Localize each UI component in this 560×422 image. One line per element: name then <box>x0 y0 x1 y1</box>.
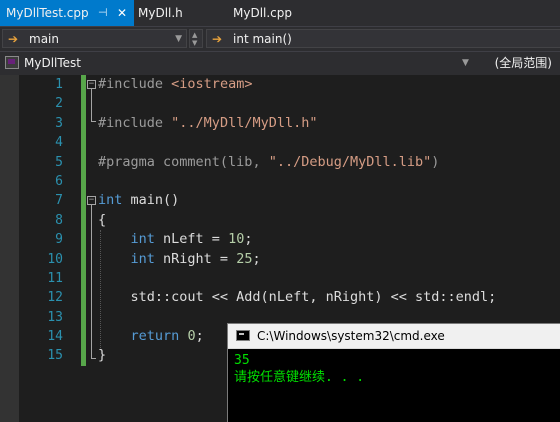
chevron-down-icon: ▼ <box>175 34 182 44</box>
tab-mydll-cpp[interactable]: MyDll.cpp <box>233 0 292 26</box>
code-line: { <box>98 211 107 228</box>
member-dropdown[interactable]: ➔ int main() <box>206 29 560 48</box>
project-dropdown[interactable]: MyDllTest <box>24 52 81 74</box>
document-tab-bar: MyDllTest.cpp ⊣ ✕ MyDll.h MyDll.cpp <box>0 0 560 26</box>
outline-line <box>91 358 96 359</box>
console-title: C:\Windows\system32\cmd.exe <box>257 329 445 343</box>
line-number: 1 <box>55 77 63 92</box>
split-spinner[interactable]: ▲ ▼ <box>189 29 203 48</box>
line-number: 8 <box>55 212 63 228</box>
chevron-up-icon: ▲ <box>192 31 198 39</box>
console-output: 35 请按任意键继续. . . <box>234 352 364 386</box>
member-dropdown-value: int main() <box>233 32 292 46</box>
line-numbers: 1 2 3 4 5 6 7 8 9 10 11 12 13 14 15 <box>19 75 63 366</box>
line-number: 14 <box>47 329 63 345</box>
line-number: 15 <box>47 348 63 364</box>
console-window[interactable]: C:\Windows\system32\cmd.exe 35 请按任意键继续. .… <box>227 323 560 422</box>
collapse-icon[interactable]: − <box>87 80 96 89</box>
scope-dropdown[interactable]: ➔ main ▼ <box>2 29 187 48</box>
change-tracking-bar <box>81 75 86 366</box>
console-output-line: 35 <box>234 353 250 368</box>
outline-line <box>91 205 92 358</box>
tab-mydlltest-cpp[interactable]: MyDllTest.cpp ⊣ ✕ <box>0 0 134 26</box>
project-bar: MyDllTest ▼ (全局范围) <box>0 51 560 77</box>
scope-dropdown-value: main <box>29 32 59 46</box>
code-line: #include <iostream> <box>98 76 253 92</box>
code-line: std::cout << Add(nLeft, nRight) << std::… <box>130 289 497 306</box>
code-line: #include "../MyDll/MyDll.h" <box>98 114 318 131</box>
navigation-bar: ➔ main ▼ ▲ ▼ ➔ int main() <box>0 26 560 51</box>
line-number: 3 <box>55 115 63 131</box>
tab-label: MyDll.h <box>138 6 183 20</box>
line-number: 5 <box>55 154 63 170</box>
function-icon: ➔ <box>8 32 19 46</box>
project-icon <box>5 56 19 69</box>
line-number: 9 <box>55 232 63 248</box>
console-title-bar[interactable]: C:\Windows\system32\cmd.exe <box>228 324 560 349</box>
line-number: 10 <box>47 251 63 267</box>
tab-label: MyDllTest.cpp <box>6 6 89 20</box>
code-line: int nRight = 25; <box>130 250 261 267</box>
collapse-icon[interactable]: − <box>87 196 96 205</box>
line-number: 2 <box>55 96 63 112</box>
tab-mydll-h[interactable]: MyDll.h <box>138 0 183 26</box>
pin-icon[interactable]: ⊣ <box>98 0 108 26</box>
console-icon <box>236 330 250 341</box>
outline-line <box>91 121 96 122</box>
code-line: int main() <box>98 192 180 209</box>
line-number: 4 <box>55 135 63 151</box>
line-number: 6 <box>55 173 63 189</box>
function-icon: ➔ <box>212 32 223 46</box>
tab-label: MyDll.cpp <box>233 6 293 20</box>
indicator-margin <box>0 75 19 422</box>
line-number: 12 <box>47 290 63 306</box>
line-number: 7 <box>55 193 63 209</box>
console-output-line: 请按任意键继续. . . <box>234 370 365 385</box>
code-line: int nLeft = 10; <box>130 231 253 248</box>
chevron-down-icon: ▼ <box>192 39 198 47</box>
close-icon[interactable]: ✕ <box>117 0 127 26</box>
chevron-down-icon[interactable]: ▼ <box>462 52 469 74</box>
line-number: 13 <box>47 309 63 325</box>
line-number: 11 <box>47 270 63 286</box>
global-scope-dropdown[interactable]: (全局范围) <box>476 52 560 74</box>
outline-line <box>91 89 92 121</box>
code-line: #pragma comment(lib, "../Debug/MyDll.lib… <box>98 153 440 170</box>
